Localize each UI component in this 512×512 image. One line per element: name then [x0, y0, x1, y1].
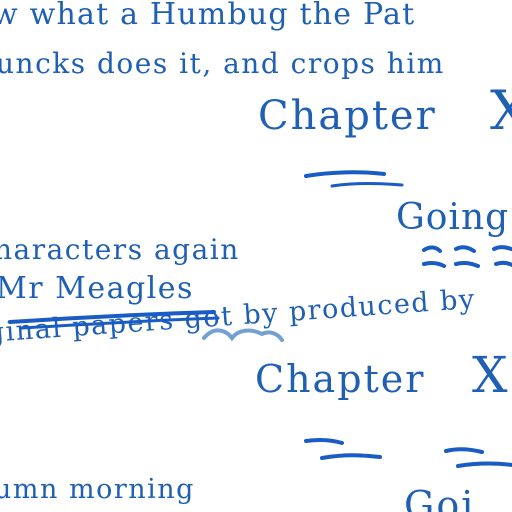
- text-line-humbug: w what a Humbug the Pat: [0, 0, 416, 32]
- chapter-heading-bottom: Chapter: [255, 357, 426, 401]
- going-heading-top: Going: [396, 197, 510, 238]
- text-line-characters: haracters again: [0, 233, 240, 266]
- pen-dash: [320, 453, 382, 460]
- pen-dash: [456, 461, 512, 468]
- text-line-meagles: Mr Meagles: [0, 271, 194, 306]
- pen-dash: [444, 447, 484, 454]
- pen-dash: [330, 182, 404, 188]
- chapter-heading-top: Chapter: [258, 93, 437, 139]
- pen-dash: [304, 437, 344, 445]
- pen-dash: [422, 260, 446, 268]
- text-line-autumn: umn morning: [0, 474, 195, 505]
- going-heading-bottom: Goi: [404, 483, 476, 512]
- pen-dash: [494, 260, 512, 267]
- pen-dash: [422, 245, 442, 253]
- manuscript-page: w what a Humbug the Pat uncks does it, a…: [0, 0, 512, 512]
- pen-dash: [304, 170, 386, 178]
- chapter-numeral-bottom: X: [472, 346, 508, 404]
- text-line-crops: uncks does it, and crops him: [0, 47, 445, 80]
- chapter-numeral-top: X: [490, 79, 512, 142]
- pen-dash: [454, 260, 480, 268]
- pen-dash: [454, 245, 476, 253]
- pen-dash: [492, 245, 512, 251]
